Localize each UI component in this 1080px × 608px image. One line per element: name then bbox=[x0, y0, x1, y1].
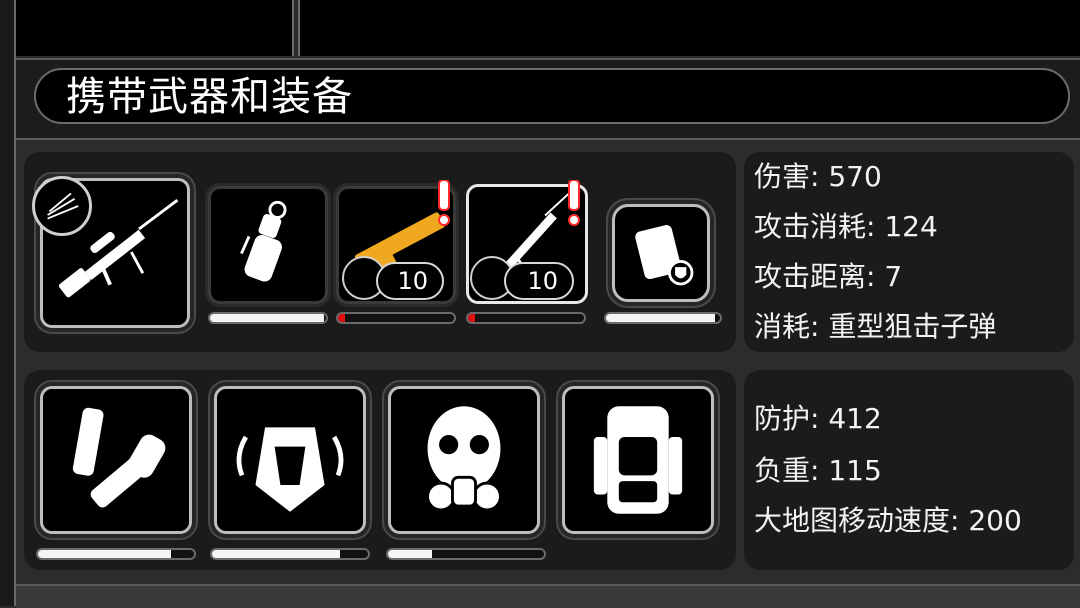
equip-slot-body-armor[interactable] bbox=[214, 386, 366, 534]
stat-map-speed: 大地图移动速度: 200 bbox=[754, 504, 1022, 537]
stat-attack-range: 攻击距离: 7 bbox=[754, 260, 903, 293]
ammo-count-shotgun: 10 bbox=[376, 262, 444, 300]
bottom-frame bbox=[16, 584, 1080, 608]
body-armor-icon bbox=[236, 427, 344, 512]
bullet-spread-icon bbox=[47, 192, 79, 220]
ammo-count-rifle: 10 bbox=[504, 262, 574, 300]
equip-slot-boots[interactable] bbox=[40, 386, 192, 534]
stat-damage: 伤害: 570 bbox=[754, 160, 882, 193]
equip-slot-backpack[interactable] bbox=[562, 386, 714, 534]
warning-icon bbox=[438, 180, 450, 226]
durability-fill bbox=[468, 314, 475, 322]
boots-gear-icon bbox=[72, 407, 166, 508]
section-title: 携带武器和装备 bbox=[66, 74, 353, 120]
stat-consumes: 消耗: 重型狙击子弹 bbox=[754, 310, 997, 343]
backpack-icon bbox=[593, 406, 683, 514]
durability-fill bbox=[210, 314, 324, 322]
top-left-panel bbox=[16, 0, 294, 56]
stat-attack-cost: 攻击消耗: 124 bbox=[754, 210, 938, 243]
stun-grenade-icon bbox=[240, 200, 287, 282]
weapon-slot-stun-grenade[interactable] bbox=[208, 186, 328, 304]
left-edge-frame bbox=[0, 0, 16, 606]
equip-slot-gas-mask[interactable] bbox=[388, 386, 540, 534]
stat-load: 负重: 115 bbox=[754, 454, 882, 487]
durability-bar bbox=[210, 548, 370, 560]
gas-mask-icon bbox=[426, 406, 502, 512]
warning-icon bbox=[568, 180, 580, 226]
armor-plate-icon bbox=[635, 225, 694, 286]
durability-bar bbox=[386, 548, 546, 560]
skill-badge[interactable] bbox=[32, 176, 92, 236]
durability-bar bbox=[336, 312, 456, 324]
durability-bar bbox=[208, 312, 328, 324]
durability-bar bbox=[466, 312, 586, 324]
section-header: 携带武器和装备 bbox=[34, 68, 1070, 124]
weapon-slot-armor-plate[interactable] bbox=[612, 204, 710, 302]
durability-fill bbox=[606, 314, 716, 322]
durability-fill bbox=[38, 550, 171, 558]
durability-fill bbox=[338, 314, 345, 322]
stat-protection: 防护: 412 bbox=[754, 402, 882, 435]
durability-fill bbox=[388, 550, 432, 558]
durability-fill bbox=[212, 550, 340, 558]
durability-bar bbox=[36, 548, 196, 560]
durability-bar bbox=[604, 312, 722, 324]
top-right-panel bbox=[298, 0, 1080, 56]
